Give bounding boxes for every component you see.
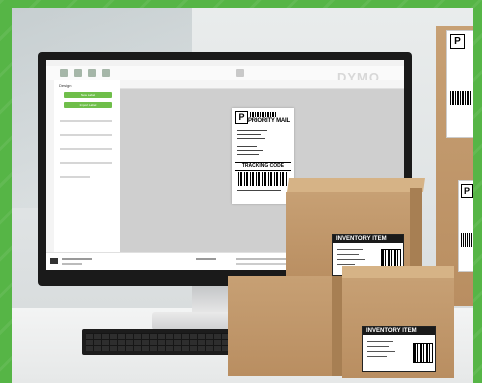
printer-icon <box>50 258 58 264</box>
address-line <box>237 146 257 147</box>
lower-left-box-side <box>332 276 342 376</box>
ribbon-view-icon[interactable] <box>102 69 110 77</box>
inventory-line <box>367 356 387 357</box>
inventory-line <box>337 259 365 260</box>
design-panel: Design New Label Import Label <box>54 80 121 252</box>
inventory-line <box>367 351 395 352</box>
shipping-mark: P <box>461 184 473 198</box>
shipping-mark: P <box>450 34 465 49</box>
address-line <box>237 138 265 139</box>
inventory-line <box>337 249 363 250</box>
panel-row[interactable] <box>60 134 112 136</box>
address-line <box>237 150 263 151</box>
side-box-shipping-label: P <box>458 180 473 272</box>
new-label-button[interactable]: New Label <box>64 92 112 98</box>
inventory-line <box>337 264 355 265</box>
shipping-barcode <box>461 233 472 247</box>
ribbon-home-icon[interactable] <box>60 69 68 77</box>
lower-right-box-top <box>342 266 454 278</box>
office-photo: DYMO Design New Label Import Label P PRI… <box>12 8 473 383</box>
ribbon-file-icon[interactable] <box>74 69 82 77</box>
app-ribbon: DYMO <box>46 66 404 85</box>
ribbon-print-icon[interactable] <box>236 69 244 77</box>
service-mark: P <box>235 111 248 124</box>
panel-row[interactable] <box>60 176 90 178</box>
lower-left-box-front <box>228 276 332 376</box>
service-name: PRIORITY MAIL <box>248 118 290 124</box>
tracking-heading: TRACKING CODE <box>235 162 291 171</box>
address-line <box>237 130 267 131</box>
inventory-line <box>367 346 389 347</box>
printer-name-line <box>62 258 92 260</box>
address-line <box>237 154 259 155</box>
ribbon-edit-icon[interactable] <box>88 69 96 77</box>
inventory-label: INVENTORY ITEM <box>362 326 436 372</box>
shipping-label-preview[interactable]: P PRIORITY MAIL TRACKING CODE <box>232 108 294 204</box>
import-label-button[interactable]: Import Label <box>64 102 112 108</box>
qr-code <box>413 343 433 363</box>
printer-status-line <box>62 263 82 265</box>
inventory-heading: INVENTORY ITEM <box>363 327 435 335</box>
panel-row[interactable] <box>60 120 112 122</box>
upper-box-top <box>287 178 425 192</box>
inventory-heading: INVENTORY ITEM <box>333 235 403 243</box>
shipping-barcode <box>450 91 472 105</box>
panel-row[interactable] <box>60 162 112 164</box>
mini-barcode <box>250 112 276 117</box>
label-count-line <box>196 258 216 260</box>
tracking-barcode <box>238 172 288 186</box>
address-line <box>237 134 261 135</box>
green-frame: DYMO Design New Label Import Label P PRI… <box>0 0 482 383</box>
inventory-line <box>367 341 393 342</box>
canvas-toolbar <box>120 80 404 89</box>
inventory-line <box>337 254 359 255</box>
panel-title: Design <box>59 83 72 88</box>
panel-row[interactable] <box>60 148 112 150</box>
tracking-number-line <box>237 190 281 191</box>
tall-box-shipping-label: P <box>446 30 473 138</box>
